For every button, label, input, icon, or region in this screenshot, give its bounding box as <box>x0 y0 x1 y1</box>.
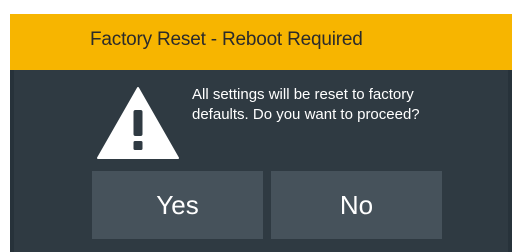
dialog-left-edge <box>10 70 14 252</box>
dialog-title: Factory Reset - Reboot Required <box>90 29 363 50</box>
yes-button-label: Yes <box>156 189 199 220</box>
warning-icon <box>97 87 179 159</box>
yes-button[interactable]: Yes <box>92 171 263 239</box>
dialog-message: All settings will be reset to factory de… <box>192 86 420 123</box>
no-button-label: No <box>339 189 374 220</box>
dialog-title-bar: Factory Reset - Reboot Required <box>10 14 512 70</box>
dialog-right-edge <box>508 70 512 252</box>
no-button[interactable]: No <box>271 171 442 239</box>
